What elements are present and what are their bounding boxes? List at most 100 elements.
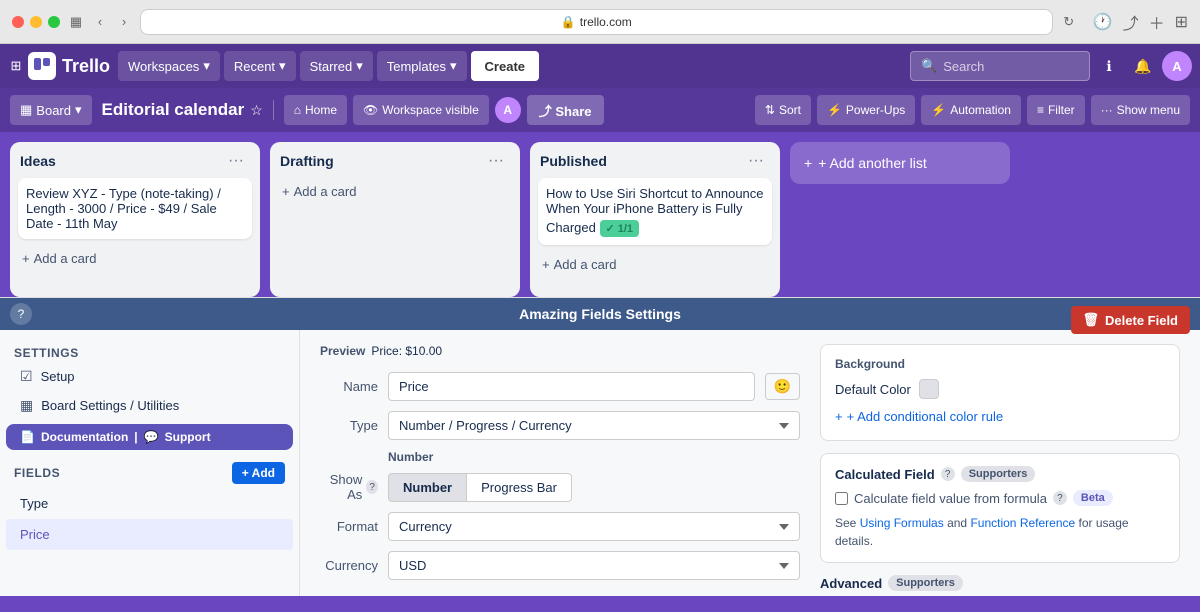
list-drafting-title: Drafting xyxy=(280,153,334,169)
add-list-icon: + xyxy=(804,155,812,171)
formula-help-icon[interactable]: ? xyxy=(1053,491,1067,505)
board-user-avatar[interactable]: A xyxy=(495,97,521,123)
create-button[interactable]: Create xyxy=(471,51,539,81)
card-published-1[interactable]: How to Use Siri Shortcut to Announce Whe… xyxy=(538,178,772,245)
settings-form: 🗑 Delete Field Preview Price: $10.00 Nam… xyxy=(320,344,800,582)
list-published-menu-button[interactable]: ··· xyxy=(742,150,770,172)
starred-label: Starred xyxy=(310,59,353,74)
add-icon: + xyxy=(542,257,550,272)
maximize-button[interactable] xyxy=(48,16,60,28)
currency-select[interactable]: USD xyxy=(388,551,800,580)
starred-menu[interactable]: Starred ▾ xyxy=(300,51,373,81)
apps-grid-icon[interactable]: ⊞ xyxy=(8,58,24,74)
panel-help-button[interactable]: ? xyxy=(10,303,32,325)
grid-icon[interactable]: ⊞ xyxy=(1175,12,1188,32)
ideas-add-card-button[interactable]: + Add a card xyxy=(18,245,252,272)
chat-icon: 💬 xyxy=(144,430,159,444)
reload-icon[interactable]: ↻ xyxy=(1061,14,1077,30)
search-bar[interactable]: 🔍 Search xyxy=(910,51,1090,81)
using-formulas-link[interactable]: Using Formulas xyxy=(860,516,944,530)
show-menu-button[interactable]: ··· Show menu xyxy=(1091,95,1190,125)
permissions-help-icon[interactable]: ? xyxy=(895,596,909,597)
automation-button[interactable]: ⚡ Automation xyxy=(921,95,1021,125)
type-field-row: Type Number / Progress / Currency xyxy=(320,411,800,440)
sidebar-toggle-icon[interactable]: ▦ xyxy=(68,14,84,30)
add-field-button[interactable]: + Add xyxy=(232,462,285,484)
published-add-card-button[interactable]: + Add a card xyxy=(538,251,772,278)
type-select[interactable]: Number / Progress / Currency xyxy=(388,411,800,440)
format-select[interactable]: Currency xyxy=(388,512,800,541)
new-tab-icon[interactable]: ＋ xyxy=(1149,10,1165,34)
delete-field-button[interactable]: 🗑 Delete Field xyxy=(1071,330,1190,334)
board-star-button[interactable]: ☆ xyxy=(250,102,263,119)
trello-logo-icon xyxy=(28,52,56,80)
format-label: Format xyxy=(320,519,378,534)
function-reference-link[interactable]: Function Reference xyxy=(970,516,1075,530)
trello-navbar: ⊞ Trello Workspaces ▾ Recent ▾ Starred ▾… xyxy=(0,44,1200,88)
templates-chevron-icon: ▾ xyxy=(450,58,457,74)
list-drafting-menu-button[interactable]: ··· xyxy=(482,150,510,172)
calc-description: See Using Formulas and Function Referenc… xyxy=(835,514,1165,550)
currency-field-row: Currency USD xyxy=(320,551,800,580)
card-ideas-1[interactable]: Review XYZ - Type (note-taking) / Length… xyxy=(18,178,252,239)
starred-chevron-icon: ▾ xyxy=(356,58,363,74)
calc-checkbox[interactable] xyxy=(835,492,848,505)
show-as-number-button[interactable]: Number xyxy=(388,473,467,502)
search-icon: 🔍 xyxy=(921,58,937,74)
field-item-price[interactable]: Price xyxy=(6,519,293,550)
filter-button[interactable]: ≡ Filter xyxy=(1027,95,1085,125)
background-section: Background Default Color + + Add conditi… xyxy=(820,344,1180,441)
address-bar[interactable]: 🔒 trello.com xyxy=(140,9,1053,35)
drafting-add-card-button[interactable]: + Add a card xyxy=(278,178,512,205)
badge-value: 1/1 xyxy=(618,223,633,235)
calc-help-icon[interactable]: ? xyxy=(941,467,955,481)
info-button[interactable]: ℹ xyxy=(1094,51,1124,81)
board-view-button[interactable]: ▦ Board ▾ xyxy=(10,95,92,125)
sidebar-item-board-settings[interactable]: ▦ Board Settings / Utilities xyxy=(6,391,293,420)
preview-value: Price: $10.00 xyxy=(371,344,442,358)
board-settings-icon: ▦ xyxy=(20,397,33,414)
board-view-chevron-icon: ▾ xyxy=(75,102,82,118)
sort-label: Sort xyxy=(779,103,801,117)
support-label[interactable]: Support xyxy=(165,430,211,444)
supporters-badge: Supporters xyxy=(961,466,1036,482)
color-swatch[interactable] xyxy=(919,379,939,399)
board-view-icon: ▦ xyxy=(20,102,32,118)
browser-right-icons: 🕐 ⤴ ＋ ⊞ xyxy=(1093,10,1188,34)
home-button[interactable]: ⌂ Home xyxy=(284,95,347,125)
clock-icon[interactable]: 🕐 xyxy=(1093,12,1113,32)
add-color-rule-button[interactable]: + + Add conditional color rule xyxy=(835,405,1003,428)
workspaces-menu[interactable]: Workspaces ▾ xyxy=(118,51,220,81)
show-as-progress-bar-button[interactable]: Progress Bar xyxy=(467,473,572,502)
sidebar-item-setup[interactable]: ☑ Setup xyxy=(6,362,293,391)
notification-button[interactable]: 🔔 xyxy=(1128,51,1158,81)
workspaces-chevron-icon: ▾ xyxy=(203,58,210,74)
settings-sidebar: Settings ☑ Setup ▦ Board Settings / Util… xyxy=(0,330,300,596)
add-icon: + xyxy=(22,251,30,266)
close-button[interactable] xyxy=(12,16,24,28)
documentation-label[interactable]: Documentation xyxy=(41,430,128,444)
recent-menu[interactable]: Recent ▾ xyxy=(224,51,296,81)
card-badge: ✓ 1/1 xyxy=(600,220,640,237)
user-avatar[interactable]: A xyxy=(1162,51,1192,81)
field-type-label: Type xyxy=(20,496,48,511)
share-button[interactable]: ⤴ Share xyxy=(527,95,604,125)
calc-title-row: Calculated Field ? Supporters xyxy=(835,466,1165,482)
templates-menu[interactable]: Templates ▾ xyxy=(377,51,467,81)
add-another-list-button[interactable]: + + Add another list xyxy=(790,142,1010,184)
url-text: trello.com xyxy=(580,15,632,29)
name-input[interactable] xyxy=(388,372,755,401)
sort-icon: ⇅ xyxy=(765,103,775,117)
list-ideas-menu-button[interactable]: ··· xyxy=(222,150,250,172)
back-icon[interactable]: ‹ xyxy=(92,14,108,30)
share-icon[interactable]: ⤴ xyxy=(1123,10,1139,34)
field-item-type[interactable]: Type xyxy=(6,488,293,519)
workspace-visible-button[interactable]: 👁 Workspace visible xyxy=(353,95,489,125)
forward-icon[interactable]: › xyxy=(116,14,132,30)
minimize-button[interactable] xyxy=(30,16,42,28)
power-ups-button[interactable]: ⚡ Power-Ups xyxy=(817,95,915,125)
sort-button[interactable]: ⇅ Sort xyxy=(755,95,811,125)
trello-wordmark: Trello xyxy=(62,56,110,77)
emoji-button[interactable]: 🙂 xyxy=(765,373,800,400)
show-as-help-icon[interactable]: ? xyxy=(366,480,378,494)
